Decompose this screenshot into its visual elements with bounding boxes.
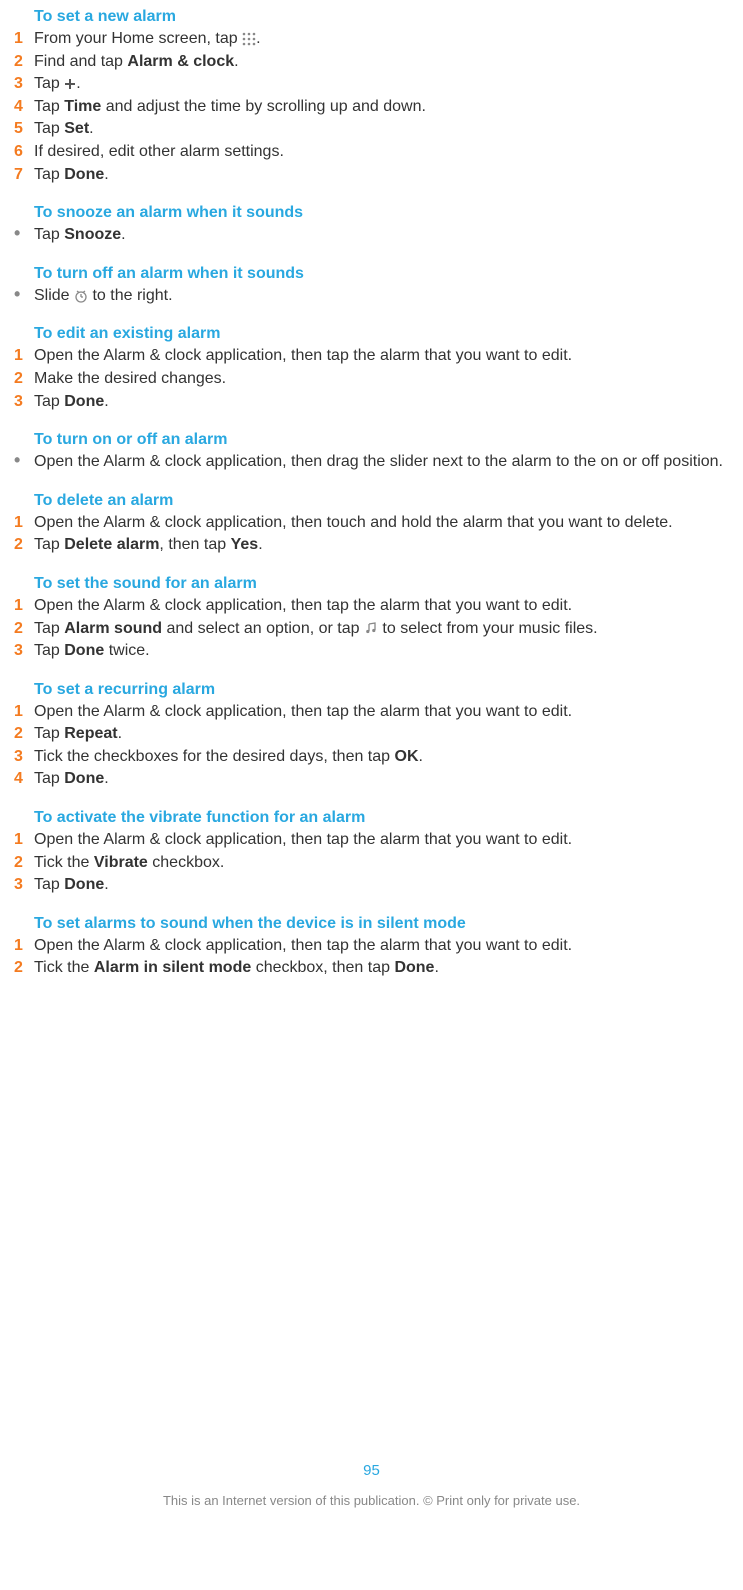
step-text: Tick the checkboxes for the desired days… [34,746,729,768]
step-row: •Tap Snooze. [14,224,729,246]
step-number: 3 [14,640,34,662]
step-row: 1Open the Alarm & clock application, the… [14,512,729,534]
step-row: 1From your Home screen, tap . [14,28,729,50]
step-text: Open the Alarm & clock application, then… [34,595,729,617]
step-text: Open the Alarm & clock application, then… [34,829,729,851]
step-text: Tap Done. [34,164,729,186]
step-row: 2Tap Repeat. [14,723,729,745]
step-number: 1 [14,512,34,534]
step-row: 2Tick the Alarm in silent mode checkbox,… [14,957,729,979]
step-row: 1Open the Alarm & clock application, the… [14,701,729,723]
section-title: To set the sound for an alarm [34,575,729,593]
step-row: 4Tap Done. [14,768,729,790]
page-number: 95 [0,1462,743,1479]
bullet-marker: • [14,451,34,471]
step-number: 1 [14,829,34,851]
step-text: Tap Time and adjust the time by scrollin… [34,96,729,118]
step-text: Tap . [34,73,729,95]
step-number: 2 [14,852,34,874]
step-text: Make the desired changes. [34,368,729,390]
step-row: 4Tap Time and adjust the time by scrolli… [14,96,729,118]
step-text: Open the Alarm & clock application, then… [34,701,729,723]
music-icon [364,621,378,635]
step-text: Slide to the right. [34,285,729,307]
step-text: From your Home screen, tap . [34,28,729,50]
step-number: 7 [14,164,34,186]
step-text: If desired, edit other alarm settings. [34,141,729,163]
step-text: Tap Alarm sound and select an option, or… [34,618,729,640]
step-text: Tap Done. [34,874,729,896]
step-row: 3Tap . [14,73,729,95]
step-row: 1Open the Alarm & clock application, the… [14,935,729,957]
step-row: 2Find and tap Alarm & clock. [14,51,729,73]
step-text: Open the Alarm & clock application, then… [34,345,729,367]
step-number: 3 [14,391,34,413]
step-text: Tick the Vibrate checkbox. [34,852,729,874]
step-row: 3Tap Done. [14,874,729,896]
step-number: 3 [14,73,34,95]
step-row: •Slide to the right. [14,285,729,307]
bullet-marker: • [14,224,34,244]
apps-icon [242,32,256,46]
step-row: 2Tap Delete alarm, then tap Yes. [14,534,729,556]
step-row: 5Tap Set. [14,118,729,140]
step-number: 6 [14,141,34,163]
step-text: Tap Done. [34,768,729,790]
section-title: To set a recurring alarm [34,681,729,699]
step-text: Tap Repeat. [34,723,729,745]
step-text: Tick the Alarm in silent mode checkbox, … [34,957,729,979]
bullet-marker: • [14,285,34,305]
step-number: 2 [14,534,34,556]
step-number: 1 [14,595,34,617]
step-number: 2 [14,723,34,745]
section-title: To activate the vibrate function for an … [34,809,729,827]
step-number: 1 [14,345,34,367]
section-title: To delete an alarm [34,492,729,510]
section-title: To set a new alarm [34,8,729,26]
step-number: 2 [14,368,34,390]
clock-icon [74,289,88,303]
footer-text: This is an Internet version of this publ… [0,1493,743,1508]
page-footer: 95 This is an Internet version of this pu… [0,1462,743,1508]
step-number: 5 [14,118,34,140]
step-row: 3Tap Done. [14,391,729,413]
step-number: 1 [14,701,34,723]
plus-icon [64,78,76,90]
step-number: 2 [14,51,34,73]
step-text: Tap Snooze. [34,224,729,246]
step-text: Find and tap Alarm & clock. [34,51,729,73]
step-row: 3Tick the checkboxes for the desired day… [14,746,729,768]
step-number: 3 [14,746,34,768]
step-text: Tap Done. [34,391,729,413]
step-row: 3Tap Done twice. [14,640,729,662]
step-row: 7Tap Done. [14,164,729,186]
step-number: 2 [14,957,34,979]
step-row: 1Open the Alarm & clock application, the… [14,595,729,617]
step-row: 1Open the Alarm & clock application, the… [14,829,729,851]
step-number: 3 [14,874,34,896]
section-title: To edit an existing alarm [34,325,729,343]
step-number: 2 [14,618,34,640]
section-title: To turn on or off an alarm [34,431,729,449]
step-row: 1Open the Alarm & clock application, the… [14,345,729,367]
step-row: 2Make the desired changes. [14,368,729,390]
step-number: 1 [14,28,34,50]
step-text: Open the Alarm & clock application, then… [34,935,729,957]
step-text: Open the Alarm & clock application, then… [34,512,729,534]
step-number: 1 [14,935,34,957]
step-text: Open the Alarm & clock application, then… [34,451,729,473]
step-row: 2Tick the Vibrate checkbox. [14,852,729,874]
step-row: 2Tap Alarm sound and select an option, o… [14,618,729,640]
step-text: Tap Delete alarm, then tap Yes. [34,534,729,556]
section-title: To set alarms to sound when the device i… [34,915,729,933]
section-title: To snooze an alarm when it sounds [34,204,729,222]
section-title: To turn off an alarm when it sounds [34,265,729,283]
step-number: 4 [14,96,34,118]
step-text: Tap Done twice. [34,640,729,662]
step-row: •Open the Alarm & clock application, the… [14,451,729,473]
step-number: 4 [14,768,34,790]
step-text: Tap Set. [34,118,729,140]
step-row: 6If desired, edit other alarm settings. [14,141,729,163]
